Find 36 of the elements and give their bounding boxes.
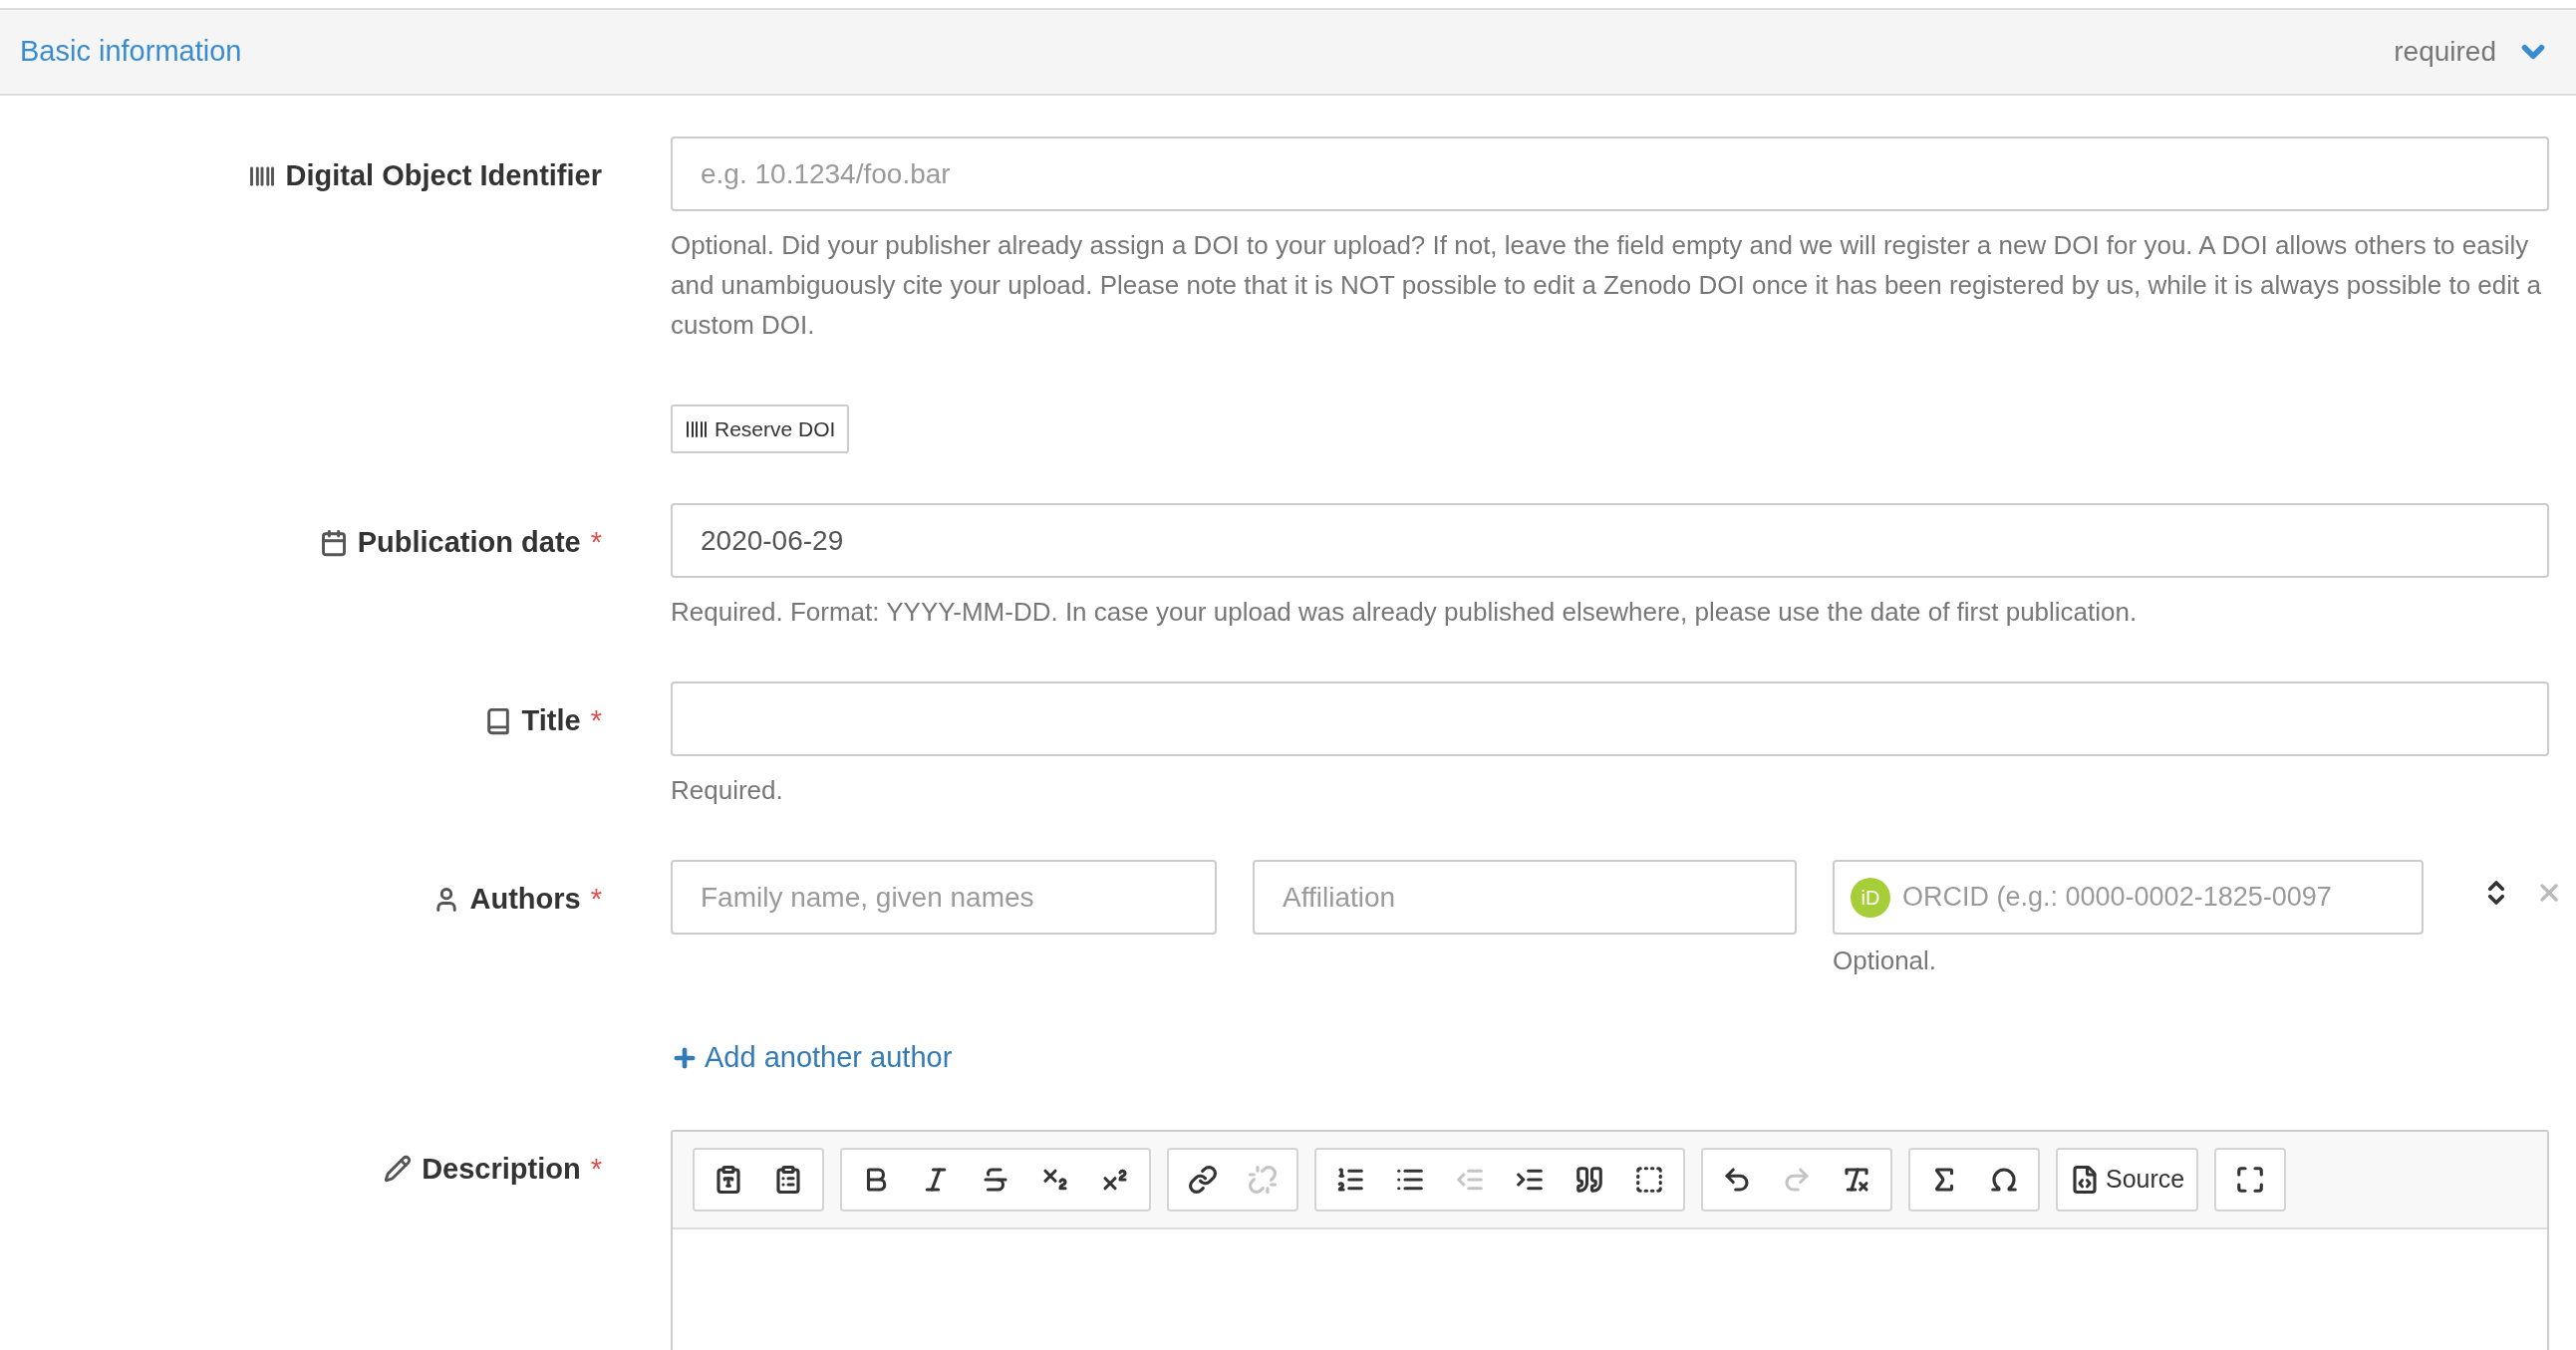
section-title: Basic information	[20, 34, 242, 70]
field-label: Description	[422, 1151, 581, 1187]
section-header[interactable]: Basic information required	[0, 8, 2576, 96]
reserve-doi-button[interactable]: Reserve DOI	[671, 405, 850, 453]
required-asterisk: *	[590, 525, 602, 560]
name-input-field[interactable]: Family name, given names	[671, 860, 1217, 935]
field-label: Title	[521, 703, 581, 738]
source-icon	[2070, 1164, 2100, 1195]
doi-input-field[interactable]: e.g. 10.1234/foo.bar	[671, 136, 2549, 211]
required-asterisk: *	[590, 1151, 602, 1187]
title-input-field[interactable]	[671, 681, 2549, 756]
date-input-field[interactable]: 2020-06-29	[671, 503, 2549, 578]
maximize-icon	[2235, 1164, 2266, 1195]
add-author-link[interactable]: Add another author	[671, 1036, 953, 1080]
rich-text-editor[interactable]: Source	[671, 1129, 2549, 1350]
field-label: Publication date	[357, 525, 581, 560]
help-text: Required. Format: YYYY-MM-DD. In case your upload was already published elsewhere, please use the date of first publication.	[671, 596, 2139, 629]
required-asterisk: *	[590, 882, 602, 917]
paste-text-icon	[714, 1164, 743, 1195]
calendar-icon	[319, 528, 348, 557]
help-text: Required.	[671, 774, 784, 807]
pencil-icon	[384, 1155, 413, 1184]
unlink-icon	[1248, 1164, 1278, 1195]
help-text: Optional.	[1833, 945, 1938, 977]
field-label: Authors	[469, 882, 581, 917]
orcid-input-field[interactable]: ORCID (e.g.: 0000-0002-1825-0097	[1902, 877, 2406, 918]
required-asterisk: *	[590, 703, 602, 738]
paste-icon	[773, 1164, 803, 1195]
required-label: required	[2394, 35, 2496, 69]
quote-icon	[1574, 1164, 1604, 1195]
link-icon	[1188, 1164, 1218, 1195]
orcid-badge-icon: iD	[1851, 877, 1890, 918]
affiliation-input-field[interactable]: Affiliation	[1253, 860, 1797, 935]
help-text: Optional. Did your publisher already assign a DOI to your upload? If not, leave the field empty and we will register a new DOI for you. A DOI allows others to easily and unambiguously cite your upload. Please note that it is NOT possible to edit a Zenodo DOI once it has been registered by us, while it is always possible to edit a custom DOI.	[671, 229, 2542, 342]
field-label: Digital Object Identifier	[285, 158, 602, 193]
div-container-icon	[1634, 1164, 1664, 1195]
